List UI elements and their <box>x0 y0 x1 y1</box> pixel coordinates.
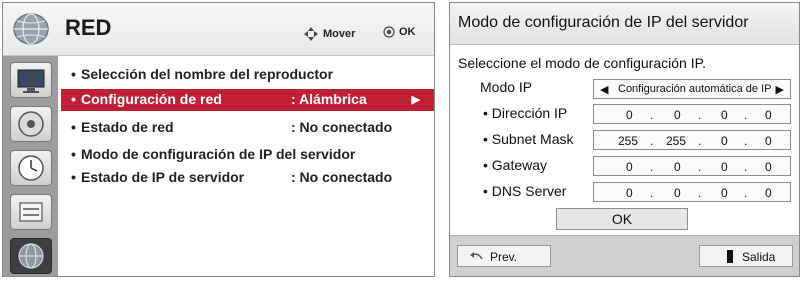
network-globe-icon[interactable] <box>10 238 52 274</box>
menu-item-value: : No conectado <box>291 169 393 185</box>
ip-mode-selector[interactable]: ◀ Configuración automática de IP ▶ <box>593 79 791 99</box>
ip-mode-label: Modo IP <box>480 79 533 95</box>
octet: 255 <box>618 134 639 148</box>
octet: 0 <box>765 134 772 148</box>
tv-icon[interactable] <box>10 62 52 98</box>
octet: 0 <box>626 186 633 200</box>
octet-separator: . <box>650 134 654 148</box>
tv-icon-graphic <box>17 69 45 93</box>
menu-header: RED Mover OK <box>3 3 434 56</box>
octet-separator: . <box>698 108 702 122</box>
octet: 0 <box>765 186 772 200</box>
move-hint: Mover <box>303 26 355 42</box>
exit-icon <box>727 250 733 263</box>
octet: 255 <box>666 134 687 148</box>
octet: 0 <box>721 186 728 200</box>
ok-circle-icon <box>383 26 395 38</box>
subnet-mask-label: • Subnet Mask <box>483 131 574 147</box>
bullet: • <box>71 169 76 185</box>
ok-hint: OK <box>383 26 416 38</box>
menu-item-value: : No conectado <box>291 119 393 135</box>
gateway-field[interactable]: 0 . 0 . 0 . 0 <box>593 156 791 176</box>
octet-separator: . <box>698 160 702 174</box>
octet: 0 <box>721 160 728 174</box>
menu-title: RED <box>65 15 112 40</box>
menu-item-server-ip-mode[interactable]: • Modo de configuración de IP del servid… <box>61 144 434 166</box>
dialog-footer: Prev. Salida <box>450 235 799 276</box>
exit-button-label: Salida <box>742 250 776 264</box>
dns-server-field[interactable]: 0 . 0 . 0 . 0 <box>593 182 791 202</box>
chevron-right-icon: ▶ <box>411 94 420 106</box>
ip-mode-value: Configuración automática de IP <box>618 83 772 95</box>
ok-button[interactable]: OK <box>556 208 688 230</box>
octet: 0 <box>721 134 728 148</box>
dns-server-label: • DNS Server <box>483 183 567 199</box>
ok-hint-label: OK <box>399 26 416 38</box>
bullet: • <box>71 119 76 135</box>
dialog-body: Seleccione el modo de configuración IP. … <box>450 45 799 235</box>
octet-separator: . <box>744 160 748 174</box>
ip-address-field[interactable]: 0 . 0 . 0 . 0 <box>593 104 791 124</box>
clock-icon-graphic <box>18 155 44 181</box>
disc-icon[interactable] <box>10 106 52 142</box>
network-menu-panel: RED Mover OK • Selección del nombre del … <box>2 2 435 277</box>
ip-address-label: • Dirección IP <box>483 105 568 121</box>
menu-item-server-ip-status[interactable]: • Estado de IP de servidor : No conectad… <box>61 167 434 189</box>
prev-button[interactable]: Prev. <box>457 245 551 267</box>
octet: 0 <box>674 160 681 174</box>
octet-separator: . <box>698 134 702 148</box>
octet: 0 <box>674 186 681 200</box>
back-arrow-icon <box>470 252 483 260</box>
menu-item-label: Selección del nombre del reproductor <box>81 66 334 82</box>
bullet: • <box>71 146 76 162</box>
octet-separator: . <box>650 186 654 200</box>
octet-separator: . <box>650 108 654 122</box>
menu-item-label: Estado de red <box>81 119 174 135</box>
menu-item-player-name[interactable]: • Selección del nombre del reproductor <box>61 64 434 86</box>
arrow-right-icon[interactable]: ▶ <box>776 83 784 96</box>
network-globe-icon-graphic <box>18 243 44 269</box>
move-hint-label: Mover <box>323 27 356 40</box>
subnet-mask-field[interactable]: 255 . 255 . 0 . 0 <box>593 130 791 150</box>
octet: 0 <box>721 108 728 122</box>
octet: 0 <box>674 108 681 122</box>
dialog-header: Modo de configuración de IP del servidor <box>450 3 799 45</box>
globe-icon <box>13 13 49 45</box>
menu-item-network-settings[interactable]: • Configuración de red : Alámbrica ▶ <box>61 89 434 111</box>
menu-item-network-status[interactable]: • Estado de red : No conectado <box>61 117 434 139</box>
dialog-title: Modo de configuración de IP del servidor <box>458 14 749 31</box>
octet: 0 <box>765 108 772 122</box>
octet-separator: . <box>744 108 748 122</box>
prev-button-label: Prev. <box>490 250 518 264</box>
disc-icon-graphic <box>18 111 44 137</box>
menu-item-label: Modo de configuración de IP del servidor <box>81 146 356 162</box>
tools-icon[interactable] <box>10 194 52 230</box>
menu-item-value: : Alámbrica <box>291 91 367 107</box>
octet: 0 <box>626 108 633 122</box>
category-icon-column <box>3 56 58 276</box>
octet-separator: . <box>650 160 654 174</box>
menu-item-label: Configuración de red <box>81 91 222 107</box>
instruction-text: Seleccione el modo de configuración IP. <box>458 55 707 71</box>
octet-separator: . <box>744 134 748 148</box>
menu-item-label: Estado de IP de servidor <box>81 169 245 185</box>
directional-arrows-icon <box>304 27 318 41</box>
octet-separator: . <box>744 186 748 200</box>
exit-button[interactable]: Salida <box>699 245 793 267</box>
server-ip-mode-dialog: Modo de configuración de IP del servidor… <box>449 2 800 277</box>
octet: 0 <box>626 160 633 174</box>
tools-icon-graphic <box>19 202 43 222</box>
clock-icon[interactable] <box>10 150 52 186</box>
arrow-left-icon[interactable]: ◀ <box>600 83 608 96</box>
bullet: • <box>71 91 76 107</box>
bullet: • <box>71 66 76 82</box>
octet: 0 <box>765 160 772 174</box>
gateway-label: • Gateway <box>483 157 548 173</box>
octet-separator: . <box>698 186 702 200</box>
